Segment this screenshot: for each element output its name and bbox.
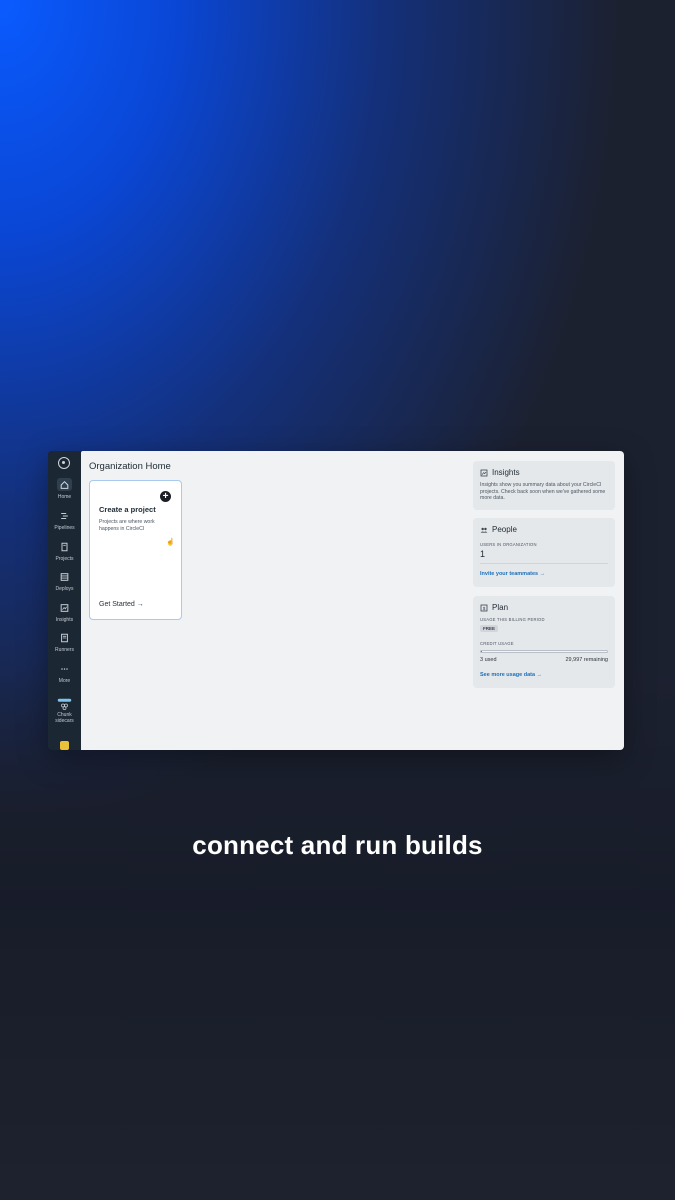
- dollar-icon: $: [480, 604, 488, 611]
- get-started-label: Get Started: [99, 601, 135, 608]
- sidebar-item-label: More: [58, 678, 71, 684]
- sidebar-item-deploys[interactable]: Deploys: [48, 570, 81, 592]
- more-icon: [61, 667, 68, 670]
- main-content: Organization Home + Create a project Pro…: [81, 451, 624, 750]
- plan-title: Plan: [492, 603, 509, 612]
- credit-usage-fill: [481, 651, 482, 652]
- credits-used: 3 used: [480, 657, 497, 663]
- page-title: Organization Home: [89, 461, 171, 472]
- org-avatar-icon[interactable]: [60, 741, 69, 750]
- runners-icon: [61, 633, 68, 642]
- credit-usage-label: CREDIT USAGE: [480, 641, 514, 646]
- credits-remaining: 29,997 remaining: [565, 657, 608, 663]
- sidebar-item-pipelines[interactable]: Pipelines: [48, 509, 81, 531]
- sidebar-item-label: Runners: [55, 647, 74, 653]
- sidebar-item-runners[interactable]: Runners: [48, 631, 81, 653]
- arrow-right-icon: →: [136, 601, 144, 608]
- get-started-link[interactable]: Get Started →: [99, 601, 144, 608]
- pipelines-icon: [61, 512, 68, 519]
- video-caption: connect and run builds: [192, 830, 483, 860]
- insights-text: Insights show you summary data about you…: [480, 482, 606, 501]
- sidebar-item-label: Home: [57, 494, 72, 500]
- circleci-logo-icon[interactable]: [58, 457, 70, 469]
- create-project-description: Projects are where work happens in Circl…: [99, 519, 155, 532]
- people-panel: People USERS IN ORGANIZATION 1 Invite yo…: [473, 518, 615, 587]
- home-icon: [60, 480, 69, 489]
- sidebar-item-more[interactable]: More: [48, 662, 81, 684]
- svg-text:$: $: [483, 606, 486, 611]
- usage-data-link[interactable]: See more usage data →: [480, 672, 542, 678]
- users-count: 1: [480, 549, 486, 559]
- invite-teammates-link[interactable]: Invite your teammates →: [480, 571, 545, 577]
- divider: [480, 563, 608, 564]
- projects-icon: [61, 542, 68, 551]
- insights-icon: [60, 603, 69, 612]
- sidebar-item-label: Insights: [55, 617, 74, 623]
- insights-title: Insights: [492, 468, 520, 477]
- sidebar: Home Pipelines Projects Deploys Insights…: [48, 451, 81, 750]
- credit-usage-bar: [480, 650, 608, 653]
- hand-cursor-icon: ☝: [166, 539, 175, 546]
- users-label: USERS IN ORGANIZATION: [480, 542, 537, 547]
- sidebar-item-label: Chunk sidecars: [55, 712, 74, 724]
- people-icon: [480, 527, 488, 533]
- plan-panel: $ Plan USAGE THIS BILLING PERIOD FREE CR…: [473, 596, 615, 688]
- app-window: Home Pipelines Projects Deploys Insights…: [48, 451, 624, 750]
- sidebar-item-label: Projects: [55, 556, 74, 562]
- people-title: People: [492, 525, 517, 534]
- billing-period-label: USAGE THIS BILLING PERIOD: [480, 617, 545, 622]
- sidebar-item-insights[interactable]: Insights: [48, 601, 81, 623]
- sidebar-item-label: Pipelines: [54, 525, 75, 531]
- sidebar-item-label: Deploys: [55, 586, 74, 592]
- deploys-icon: [60, 572, 69, 581]
- create-project-card[interactable]: + Create a project Projects are where wo…: [89, 480, 182, 620]
- sidebar-item-home[interactable]: Home: [48, 478, 81, 500]
- create-project-title: Create a project: [99, 505, 156, 514]
- insights-panel: Insights Insights show you summary data …: [473, 461, 615, 510]
- add-project-icon[interactable]: +: [160, 491, 171, 502]
- sidebar-item-chunk[interactable]: Chunk sidecars: [48, 696, 81, 724]
- insights-icon: [480, 469, 488, 476]
- sidebar-item-projects[interactable]: Projects: [48, 540, 81, 562]
- plan-badge: FREE: [480, 625, 499, 632]
- chunk-icon: [57, 698, 72, 710]
